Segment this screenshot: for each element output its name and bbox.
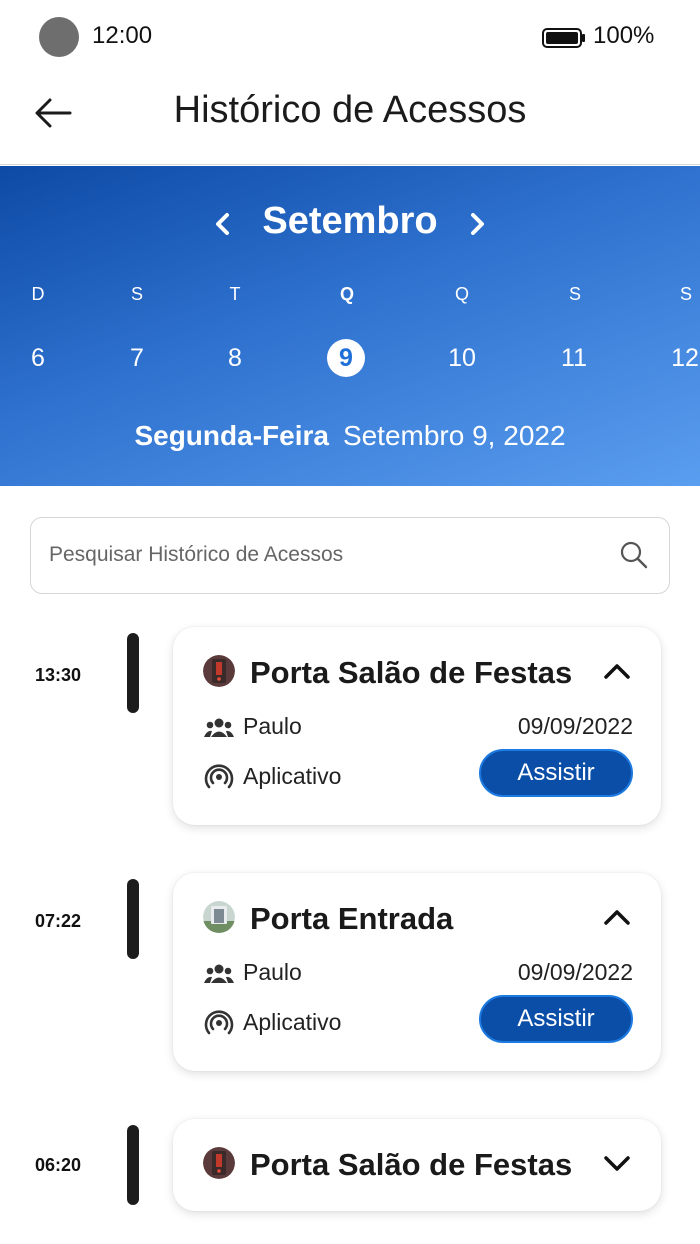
battery-percentage: 100%	[593, 22, 655, 49]
app-header: Histórico de Acessos	[0, 75, 700, 165]
access-card[interactable]: Porta Salão de Festas	[173, 1119, 661, 1211]
chevron-up-icon[interactable]	[601, 903, 633, 931]
door-title: Porta Entrada	[250, 901, 454, 936]
timeline-marker	[127, 879, 139, 959]
access-date: 09/09/2022	[517, 959, 633, 985]
weekday-label: Q	[454, 284, 469, 304]
calendar-banner: Setembro D S T Q Q S S 6 7 8 9 10 11 12 …	[0, 166, 700, 486]
search-icon[interactable]	[619, 540, 649, 570]
weekday-label: T	[229, 284, 241, 304]
weekday-label: S	[130, 284, 143, 304]
chevron-right-icon[interactable]	[462, 206, 492, 242]
signal-icon	[204, 764, 234, 789]
calendar-day-selected[interactable]: 9	[316, 338, 376, 378]
calendar-day[interactable]: 12	[655, 338, 700, 378]
chevron-up-icon[interactable]	[601, 657, 633, 685]
selected-date: Setembro 9, 2022	[342, 420, 566, 451]
access-source: Aplicativo	[243, 763, 342, 789]
weekday-label: D	[31, 284, 45, 304]
watch-button[interactable]: Assistir	[479, 995, 633, 1043]
calendar-day[interactable]: 7	[107, 338, 167, 378]
signal-icon	[204, 1010, 234, 1035]
door-red-icon	[203, 1147, 235, 1179]
timeline-marker	[127, 1125, 139, 1205]
person-name: Paulo	[243, 713, 302, 739]
door-red-icon	[203, 655, 235, 687]
weekday-label: S	[679, 284, 692, 304]
door-title: Porta Salão de Festas	[250, 1147, 573, 1182]
calendar-day[interactable]: 11	[544, 338, 604, 378]
timeline-marker	[127, 633, 139, 713]
chevron-down-icon[interactable]	[601, 1149, 633, 1177]
people-icon	[204, 964, 234, 983]
status-time: 12:00	[92, 22, 153, 49]
page-title: Histórico de Acessos	[173, 89, 527, 131]
access-card[interactable]: Porta Entrada Paulo 09/09/2022 Aplicativ…	[173, 873, 661, 1071]
watch-button[interactable]: Assistir	[479, 749, 633, 797]
battery-icon	[542, 28, 585, 48]
person-name: Paulo	[243, 959, 302, 985]
access-source: Aplicativo	[243, 1009, 342, 1035]
camera-dot-icon	[39, 17, 79, 57]
entry-time: 13:30	[35, 665, 82, 685]
access-card[interactable]: Porta Salão de Festas Paulo 09/09/2022 A…	[173, 627, 661, 825]
weekday-label-active: Q	[339, 284, 354, 304]
month-selector: Setembro	[0, 200, 700, 250]
selected-day-number: 9	[327, 339, 365, 377]
access-date: 09/09/2022	[517, 713, 633, 739]
calendar-day[interactable]: 6	[8, 338, 68, 378]
selected-date-line: Segunda-Feira Setembro 9, 2022	[0, 420, 700, 452]
weekday-label: S	[568, 284, 581, 304]
selected-weekday: Segunda-Feira	[134, 420, 329, 451]
calendar-day[interactable]: 10	[432, 338, 492, 378]
search-input[interactable]	[49, 518, 609, 592]
calendar-day[interactable]: 8	[205, 338, 265, 378]
people-icon	[204, 718, 234, 737]
entry-time: 07:22	[35, 911, 82, 931]
month-name: Setembro	[262, 200, 438, 242]
entry-time: 06:20	[35, 1155, 82, 1175]
door-photo-icon	[203, 901, 235, 933]
status-bar: 12:00 100%	[0, 0, 700, 75]
search-box	[30, 517, 670, 594]
door-title: Porta Salão de Festas	[250, 655, 573, 690]
